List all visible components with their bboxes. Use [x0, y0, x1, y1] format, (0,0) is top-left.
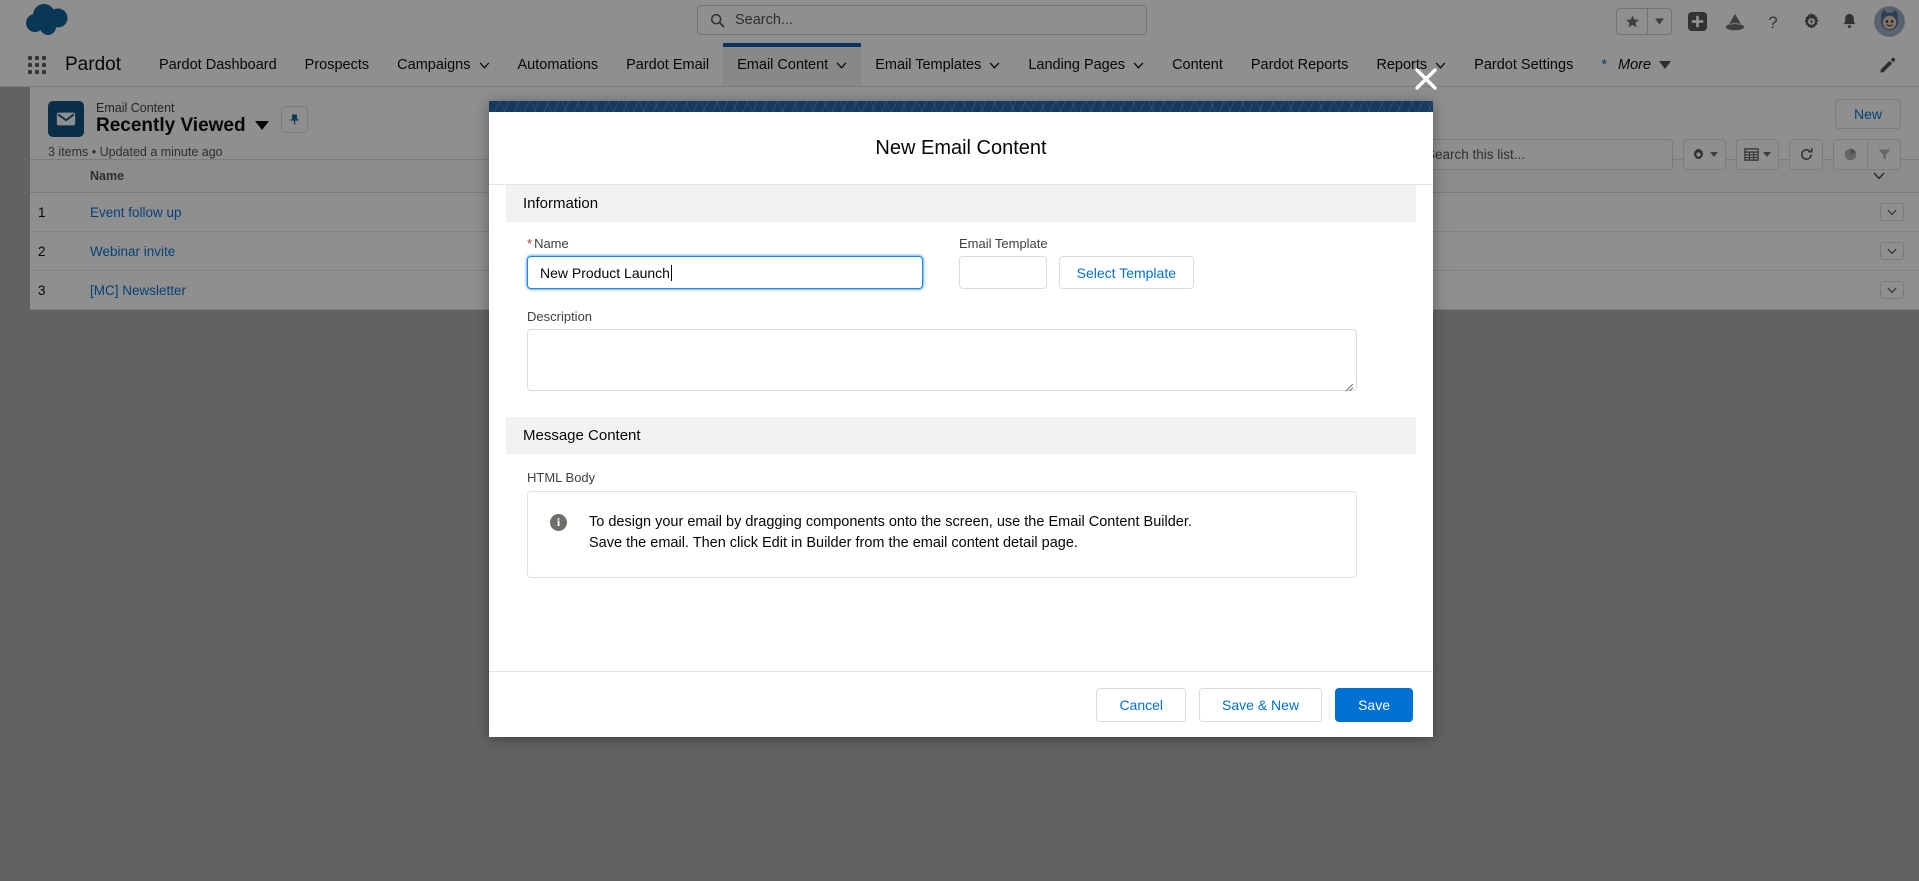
modal-decorative-band — [489, 101, 1433, 112]
info-line-2: Save the email. Then click Edit in Build… — [589, 535, 1078, 552]
name-label-text: Name — [534, 236, 569, 251]
save-button[interactable]: Save — [1335, 687, 1413, 722]
name-input-value: New Product Launch — [540, 264, 670, 281]
close-icon[interactable] — [1409, 62, 1443, 96]
information-form: * Name New Product Launch Email Template … — [489, 236, 1433, 392]
description-label: Description — [527, 309, 593, 324]
name-template-row: * Name New Product Launch Email Template … — [527, 236, 1395, 289]
section-header-information: Information — [506, 185, 1416, 222]
info-line-1: To design your email by dragging compone… — [589, 514, 1192, 530]
required-marker: * — [527, 236, 533, 251]
modal-footer: Cancel Save & New Save — [489, 671, 1433, 737]
cancel-button[interactable]: Cancel — [1096, 687, 1187, 722]
email-template-input[interactable] — [959, 256, 1047, 289]
name-label: * Name — [527, 236, 923, 251]
modal-title: New Email Content — [875, 137, 1047, 159]
message-content-section: Message Content HTML Body i To design yo… — [489, 417, 1433, 578]
template-field-group: Email Template Select Template — [959, 236, 1194, 289]
select-template-button[interactable]: Select Template — [1058, 256, 1194, 289]
info-icon: i — [550, 514, 567, 531]
template-input-group: Select Template — [959, 256, 1194, 289]
section-header-message-content: Message Content — [506, 417, 1416, 454]
info-box-text: To design your email by dragging compone… — [589, 512, 1192, 555]
description-textarea[interactable] — [527, 329, 1357, 392]
description-field-group: Description — [527, 309, 1395, 392]
message-content-form: HTML Body i To design your email by drag… — [489, 470, 1433, 578]
html-body-info-box: i To design your email by dragging compo… — [527, 491, 1357, 578]
modal-body: Information * Name New Product Launch Ema… — [489, 184, 1433, 671]
html-body-label: HTML Body — [527, 470, 596, 485]
name-field-group: * Name New Product Launch — [527, 236, 923, 289]
resize-handle-icon[interactable] — [1344, 379, 1354, 392]
name-input[interactable]: New Product Launch — [527, 256, 923, 289]
new-email-content-modal: New Email Content Information * Name New … — [489, 101, 1433, 737]
email-template-label: Email Template — [959, 236, 1048, 251]
save-and-new-button[interactable]: Save & New — [1199, 687, 1323, 722]
text-cursor — [670, 264, 672, 281]
